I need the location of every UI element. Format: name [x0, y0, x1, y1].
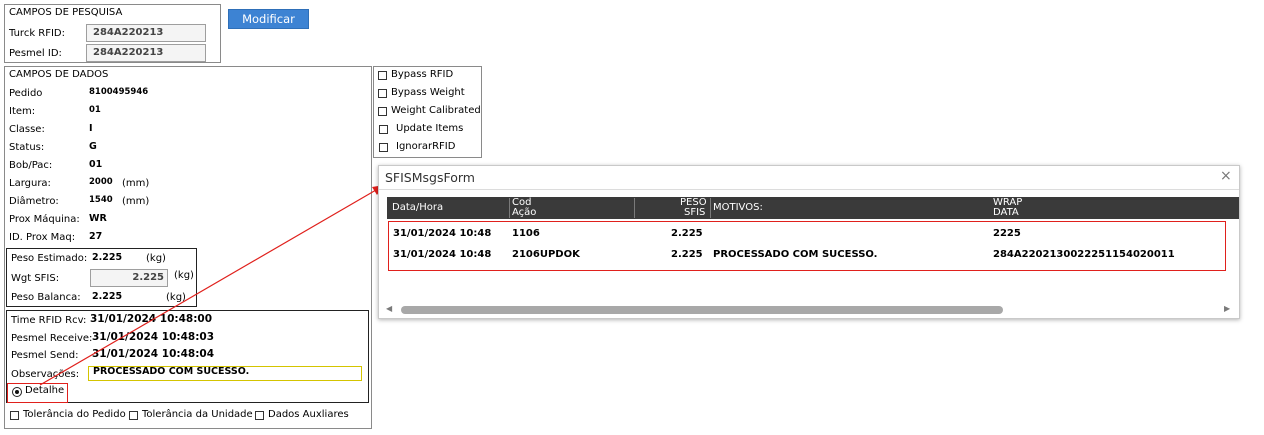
column-header-data-hora[interactable]: Data/Hora	[392, 203, 443, 213]
row1-peso: 2.225	[671, 228, 703, 239]
row2-motivos: PROCESSADO COM SUCESSO.	[713, 249, 878, 260]
grid-header-divider-2	[634, 198, 635, 218]
row2-peso: 2.225	[671, 249, 703, 260]
grid-header-divider-3	[710, 198, 711, 218]
column-header-cod-line2[interactable]: Ação	[512, 208, 536, 218]
row2-wrap: 284A2202130022251154020011	[993, 249, 1175, 260]
column-header-motivos[interactable]: MOTIVOS:	[713, 203, 763, 213]
row2-cod: 2106UPDOK	[512, 249, 580, 260]
scrollbar-thumb[interactable]	[401, 306, 1003, 314]
dialog-title-separator	[379, 189, 1239, 190]
scroll-left-icon[interactable]: ◀	[386, 304, 392, 313]
column-header-wrap-line2[interactable]: DATA	[993, 208, 1019, 218]
dialog-close-icon[interactable]: ×	[1220, 168, 1232, 184]
scroll-right-icon[interactable]: ▶	[1224, 304, 1230, 313]
row2-data-hora: 31/01/2024 10:48	[393, 249, 492, 260]
grid-header-divider-1	[509, 198, 510, 218]
column-header-peso-line2[interactable]: SFIS	[684, 208, 705, 218]
row1-cod: 1106	[512, 228, 540, 239]
row1-wrap: 2225	[993, 228, 1021, 239]
row1-data-hora: 31/01/2024 10:48	[393, 228, 492, 239]
dialog-title: SFISMsgsForm	[385, 170, 475, 185]
